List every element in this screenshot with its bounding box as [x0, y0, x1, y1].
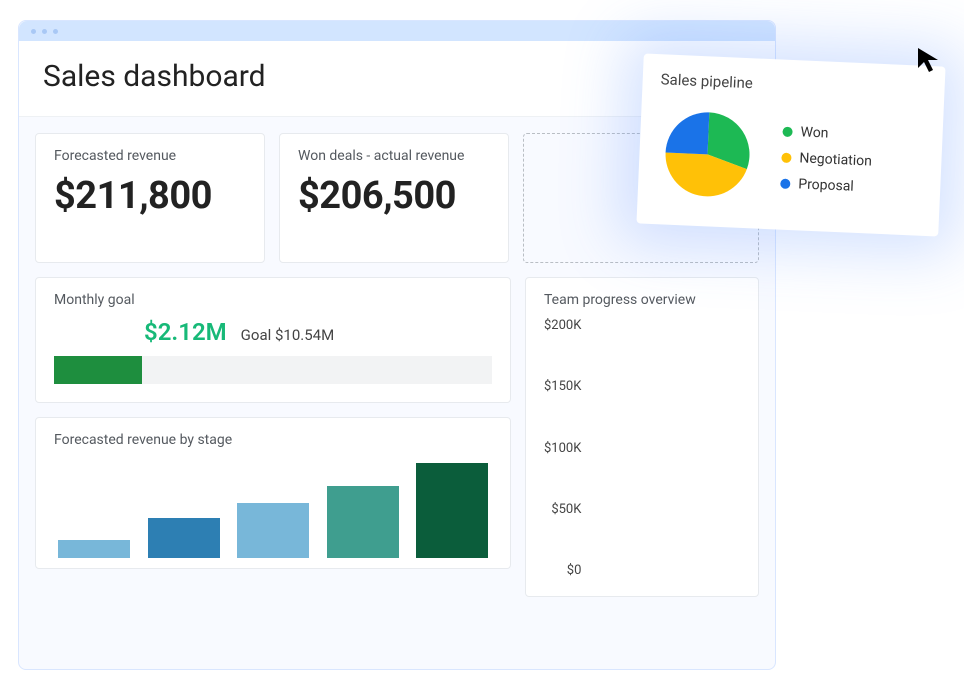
card-sales-pipeline[interactable]: Sales pipeline Won Negotiation Proposal	[636, 53, 945, 236]
y-tick: $100K	[544, 441, 581, 456]
row-lower: Monthly goal $2.12M Goal $10.54M Forecas…	[35, 277, 759, 597]
card-title: Won deals - actual revenue	[298, 148, 490, 164]
window-dot-icon	[53, 29, 58, 34]
card-title: Forecasted revenue by stage	[54, 432, 492, 448]
card-title: Team progress overview	[544, 292, 740, 308]
goal-value: $2.12M	[144, 318, 227, 346]
goal-progress-fill	[54, 356, 142, 384]
card-team-progress[interactable]: Team progress overview $200K $150K $100K $5…	[525, 277, 759, 597]
card-title: Sales pipeline	[660, 70, 927, 100]
y-tick: $150K	[544, 379, 581, 394]
cursor-icon	[916, 46, 944, 74]
team-stacked-bars	[593, 318, 740, 578]
pie-slice	[666, 111, 710, 155]
swatch-icon	[782, 127, 792, 137]
swatch-icon	[781, 153, 791, 163]
window-dot-icon	[31, 29, 36, 34]
card-monthly-goal[interactable]: Monthly goal $2.12M Goal $10.54M	[35, 277, 511, 403]
goal-target: Goal $10.54M	[241, 326, 335, 344]
team-stacked-chart: $200K $150K $100K $50K $0	[544, 318, 740, 578]
y-tick: $200K	[544, 318, 581, 333]
card-forecasted-revenue[interactable]: Forecasted revenue $211,800	[35, 133, 265, 263]
pipeline-pie-chart	[655, 102, 759, 206]
left-column: Monthly goal $2.12M Goal $10.54M Forecas…	[35, 277, 511, 597]
pipeline-legend: Won Negotiation Proposal	[780, 124, 873, 196]
legend-item-negotiation: Negotiation	[781, 150, 872, 170]
team-y-axis: $200K $150K $100K $50K $0	[544, 318, 585, 578]
goal-progress-track	[54, 356, 492, 384]
card-title: Monthly goal	[54, 292, 492, 308]
forecasted-revenue-value: $211,800	[54, 174, 246, 218]
window-dot-icon	[42, 29, 47, 34]
legend-item-proposal: Proposal	[780, 176, 871, 196]
legend-label: Negotiation	[799, 150, 872, 169]
won-deals-value: $206,500	[298, 174, 490, 218]
window-titlebar	[19, 21, 775, 41]
stage-bar	[148, 518, 220, 558]
pipeline-body: Won Negotiation Proposal	[655, 102, 925, 214]
y-tick: $50K	[551, 502, 581, 517]
goal-summary: $2.12M Goal $10.54M	[144, 318, 492, 346]
stage-bar	[416, 463, 488, 558]
y-tick: $0	[567, 563, 582, 578]
stage-bar	[327, 486, 399, 558]
card-won-deals[interactable]: Won deals - actual revenue $206,500	[279, 133, 509, 263]
stage-bar	[58, 540, 130, 558]
stage-bar	[237, 503, 309, 558]
legend-label: Proposal	[798, 176, 854, 194]
card-revenue-by-stage[interactable]: Forecasted revenue by stage	[35, 417, 511, 569]
swatch-icon	[780, 179, 790, 189]
card-title: Forecasted revenue	[54, 148, 246, 164]
legend-label: Won	[800, 124, 829, 141]
stage-bar-chart	[54, 458, 492, 558]
legend-item-won: Won	[782, 124, 873, 144]
